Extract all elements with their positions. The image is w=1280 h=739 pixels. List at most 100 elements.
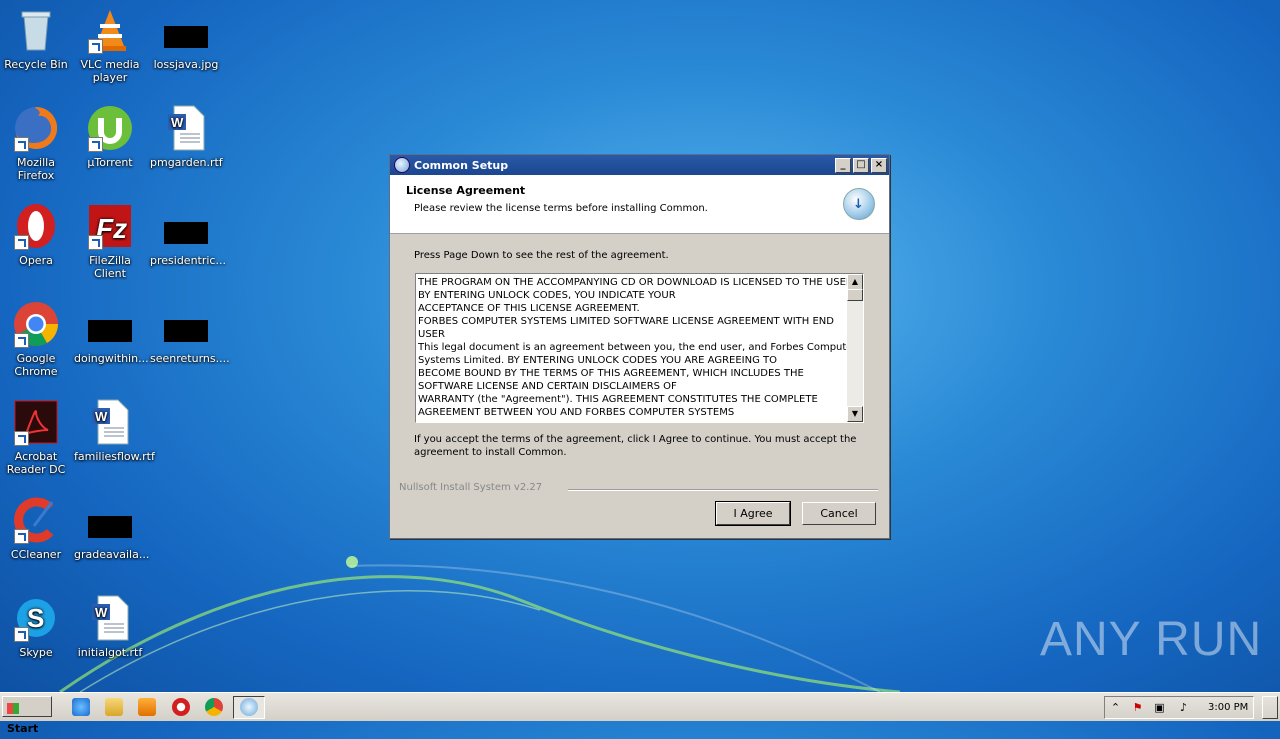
desktop-icon-label: CCleaner xyxy=(10,548,62,561)
show-hidden-icons-icon[interactable]: ⌃ xyxy=(1109,701,1122,714)
i-agree-button[interactable]: I Agree xyxy=(715,501,791,526)
desktop-icon-opera[interactable]: Opera xyxy=(0,202,74,267)
opera-taskbar-icon[interactable] xyxy=(172,698,190,716)
installer-icon xyxy=(394,157,410,173)
close-button[interactable]: × xyxy=(871,157,887,173)
media-player-icon[interactable] xyxy=(138,698,156,716)
desktop-icon-label: doingwithin... xyxy=(74,352,149,365)
common-setup-taskbar-button[interactable] xyxy=(233,696,265,719)
anyrun-watermark: ANY RUN xyxy=(1040,613,1263,666)
desktop-icon-seenreturns[interactable]: seenreturns.... xyxy=(148,300,230,365)
desktop-icon-firefox[interactable]: Mozilla Firefox xyxy=(0,104,74,182)
license-textbox[interactable]: THE PROGRAM ON THE ACCOMPANYING CD OR DO… xyxy=(415,273,864,423)
windows-flag-icon xyxy=(7,702,19,714)
desktop-icon-label: Acrobat Reader DC xyxy=(6,450,66,476)
network-icon[interactable]: ▣ xyxy=(1153,701,1166,714)
show-desktop-button[interactable] xyxy=(1262,696,1278,719)
shortcut-arrow-icon xyxy=(88,137,103,152)
desktop-icon-label: Opera xyxy=(19,254,53,267)
taskbar: Start ⌃ ⚑ ▣ ♪ 3:00 PM xyxy=(0,692,1280,735)
license-line: SOFTWARE LICENSE AND CERTAIN DISCLAIMERS… xyxy=(418,381,677,392)
shortcut-arrow-icon xyxy=(14,235,29,250)
desktop-icon-familiesflow[interactable]: W familiesflow.rtf xyxy=(72,398,155,463)
desktop-icon-utorrent[interactable]: µTorrent xyxy=(72,104,148,169)
license-line: This legal document is an agreement betw… xyxy=(418,342,857,353)
nsis-branding: Nullsoft Install System v2.27 xyxy=(399,482,543,493)
dialog-titlebar[interactable]: Common Setup _ □ × xyxy=(390,155,889,175)
license-line: ACCEPTANCE OF THIS LICENSE AGREEMENT. xyxy=(418,303,640,314)
desktop-icon-label: seenreturns.... xyxy=(150,352,230,365)
internet-explorer-icon[interactable] xyxy=(72,698,90,716)
license-line: THE PROGRAM ON THE ACCOMPANYING CD OR DO… xyxy=(418,277,853,288)
shortcut-arrow-icon xyxy=(14,529,29,544)
shortcut-arrow-icon xyxy=(14,431,29,446)
desktop-icon-filezilla[interactable]: Fz FileZilla Client xyxy=(72,202,148,280)
word-document-icon: W xyxy=(168,105,205,151)
desktop-icon-label: gradeavaila... xyxy=(74,548,150,561)
file-explorer-icon[interactable] xyxy=(105,698,123,716)
license-text: THE PROGRAM ON THE ACCOMPANYING CD OR DO… xyxy=(418,276,857,419)
minimize-button[interactable]: _ xyxy=(835,157,851,173)
installer-taskbar-icon xyxy=(240,698,258,716)
maximize-button[interactable]: □ xyxy=(853,157,869,173)
desktop-icon-label: pmgarden.rtf xyxy=(150,156,223,169)
redacted-file-icon xyxy=(164,26,208,48)
volume-icon[interactable]: ♪ xyxy=(1177,701,1190,714)
dialog-title: Common Setup xyxy=(414,158,509,172)
desktop-icon-pmgarden[interactable]: W pmgarden.rtf xyxy=(148,104,224,169)
license-line: BY ENTERING UNLOCK CODES, YOU INDICATE Y… xyxy=(418,290,676,301)
desktop-icon-doingwithin[interactable]: doingwithin... xyxy=(72,300,149,365)
install-globe-icon xyxy=(843,188,875,220)
desktop-icon-vlc[interactable]: VLC media player xyxy=(72,6,148,84)
desktop-icon-label: FileZilla Client xyxy=(89,254,131,280)
desktop-icon-presidentric[interactable]: presidentric... xyxy=(148,202,226,267)
shortcut-arrow-icon xyxy=(88,235,103,250)
desktop-icon-chrome[interactable]: Google Chrome xyxy=(0,300,74,378)
start-button[interactable]: Start xyxy=(2,696,52,735)
desktop-icon-lossjava[interactable]: lossjava.jpg xyxy=(148,6,224,71)
desktop-icon-skype[interactable]: S Skype xyxy=(0,594,74,659)
desktop-icon-label: Mozilla Firefox xyxy=(17,156,55,182)
desktop-icon-ccleaner[interactable]: CCleaner xyxy=(0,496,74,561)
start-label: Start xyxy=(7,722,39,735)
accept-text-line1: If you accept the terms of the agreement… xyxy=(414,434,857,445)
clock[interactable]: 3:00 PM xyxy=(1208,702,1248,713)
branding-divider xyxy=(568,489,878,491)
redacted-file-icon xyxy=(164,320,208,342)
action-center-icon[interactable]: ⚑ xyxy=(1131,701,1144,714)
desktop-icon-label: initialgot.rtf xyxy=(77,646,143,659)
shortcut-arrow-icon xyxy=(14,137,29,152)
word-document-icon: W xyxy=(92,399,129,445)
license-scrollbar[interactable]: ▲ ▼ xyxy=(847,274,863,422)
scroll-thumb[interactable] xyxy=(847,289,863,301)
desktop-icon-label: Recycle Bin xyxy=(4,58,68,71)
scroll-up-button[interactable]: ▲ xyxy=(847,274,863,290)
svg-text:S: S xyxy=(27,603,44,633)
redacted-file-icon xyxy=(88,320,132,342)
svg-text:W: W xyxy=(95,605,108,620)
license-line: WARRANTY (the "Agreement"). THIS AGREEME… xyxy=(418,394,818,405)
license-line: BECOME BOUND BY THE TERMS OF THIS AGREEM… xyxy=(418,368,804,379)
desktop-icon-label: VLC media player xyxy=(80,58,140,84)
desktop-icon-gradeavaila[interactable]: gradeavaila... xyxy=(72,496,150,561)
license-line: USER xyxy=(418,329,445,340)
redacted-file-icon xyxy=(164,222,208,244)
svg-text:W: W xyxy=(95,409,108,424)
desktop-icon-initialgot[interactable]: W initialgot.rtf xyxy=(72,594,148,659)
scroll-down-button[interactable]: ▼ xyxy=(847,406,863,422)
desktop-icon-label: µTorrent xyxy=(87,156,133,169)
shortcut-arrow-icon xyxy=(14,333,29,348)
chrome-taskbar-icon[interactable] xyxy=(205,698,223,716)
desktop-icon-label: presidentric... xyxy=(150,254,226,267)
shortcut-arrow-icon xyxy=(88,39,103,54)
word-document-icon: W xyxy=(92,595,129,641)
license-line: Systems Limited. BY ENTERING UNLOCK CODE… xyxy=(418,355,778,366)
setup-dialog: Common Setup _ □ × License Agreement Ple… xyxy=(389,154,890,539)
desktop-icon-recycle-bin[interactable]: Recycle Bin xyxy=(0,6,74,71)
accept-text-line2: agreement to install Common. xyxy=(414,447,567,458)
header-subtitle: Please review the license terms before i… xyxy=(414,203,708,214)
license-line: AGREEMENT BETWEEN YOU AND FORBES COMPUTE… xyxy=(418,407,735,418)
cancel-button[interactable]: Cancel xyxy=(802,502,876,525)
desktop-icon-acrobat[interactable]: Acrobat Reader DC xyxy=(0,398,74,476)
redacted-file-icon xyxy=(88,516,132,538)
